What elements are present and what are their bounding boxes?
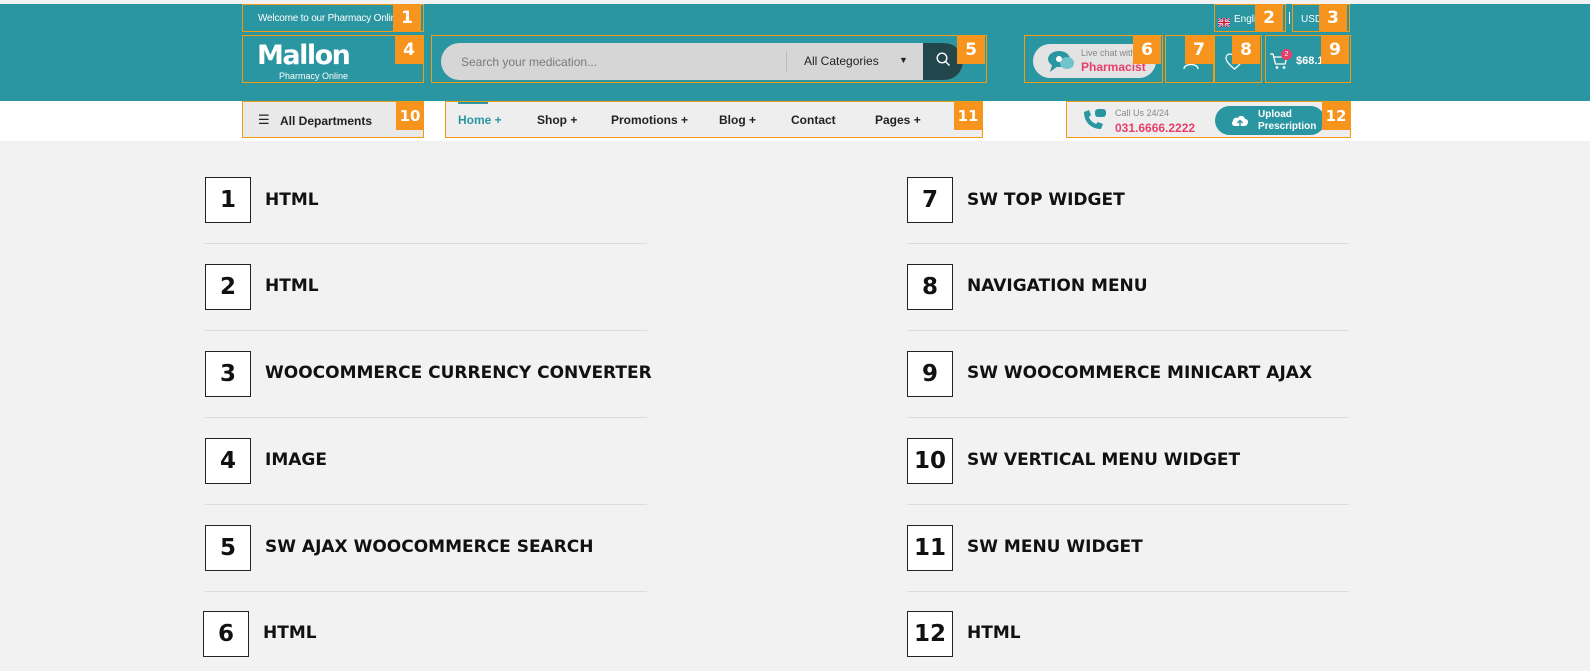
- widget-badge-1: 1: [393, 4, 421, 32]
- logo-tagline: Pharmacy Online: [279, 71, 349, 81]
- widget-badge-10: 10: [396, 102, 424, 130]
- departments-label: All Departments: [280, 114, 373, 128]
- legend-number: 5: [205, 525, 251, 571]
- legend-number: 7: [907, 177, 953, 223]
- search-divider: [786, 51, 787, 72]
- upload-line-1: Upload: [1258, 109, 1292, 120]
- legend-label: SW VERTICAL MENU WIDGET: [967, 450, 1241, 470]
- widget-badge-4: 4: [395, 36, 423, 64]
- legend-label: HTML: [967, 623, 1021, 643]
- widget-badge-6: 6: [1133, 36, 1161, 64]
- legend-divider: [907, 504, 1349, 505]
- widget-box-contact: Call Us 24/24 031.6666.2222 Upload Presc…: [1066, 101, 1351, 138]
- search-icon: [935, 51, 951, 72]
- widget-badge-5: 5: [957, 36, 985, 64]
- legend-label: WOOCOMMERCE CURRENCY CONVERTER: [265, 363, 652, 383]
- legend-label: SW MENU WIDGET: [967, 537, 1143, 557]
- menu-item-blog[interactable]: Blog +: [719, 113, 756, 127]
- cloud-upload-icon: [1231, 113, 1249, 133]
- legend-number: 3: [205, 351, 251, 397]
- legend-number: 4: [205, 438, 251, 484]
- widget-badge-11: 11: [954, 102, 982, 130]
- menu-item-home[interactable]: Home +: [458, 113, 502, 127]
- legend-divider: [205, 504, 647, 505]
- legend-divider: [907, 330, 1349, 331]
- widget-badge-7: 7: [1185, 36, 1213, 64]
- welcome-text: Welcome to our Pharmacy Online: [258, 13, 402, 24]
- active-indicator: [458, 102, 488, 104]
- legend-number: 1: [205, 177, 251, 223]
- legend-divider: [205, 591, 647, 592]
- legend-label: HTML: [263, 623, 317, 643]
- legend-divider: [205, 417, 647, 418]
- widget-badge-8: 8: [1232, 36, 1260, 64]
- widget-box-main-menu: Home + Shop + Promotions + Blog + Contac…: [445, 101, 983, 138]
- hamburger-icon: ☰: [258, 112, 270, 127]
- call-number[interactable]: 031.6666.2222: [1115, 121, 1195, 135]
- legend-number: 9: [907, 351, 953, 397]
- widget-badge-9: 9: [1321, 36, 1349, 64]
- legend-divider: [205, 330, 647, 331]
- legend-label: IMAGE: [265, 450, 327, 470]
- legend-divider: [205, 243, 647, 244]
- divider: [1289, 12, 1290, 24]
- widget-badge-12: 12: [1322, 102, 1350, 130]
- legend-divider: [907, 591, 1349, 592]
- cart-count-badge: 2: [1281, 49, 1292, 60]
- search-input[interactable]: [441, 43, 786, 80]
- legend-divider: [907, 417, 1349, 418]
- phone-icon: [1081, 108, 1107, 137]
- menu-item-pages[interactable]: Pages +: [875, 113, 921, 127]
- chat-icon: [1047, 49, 1075, 78]
- upload-prescription-button[interactable]: Upload Prescription: [1215, 106, 1325, 135]
- legend-label: SW WOOCOMMERCE MINICART AJAX: [967, 363, 1313, 383]
- menu-item-contact[interactable]: Contact: [791, 113, 836, 127]
- legend-number: 6: [203, 611, 249, 657]
- legend-number: 11: [907, 525, 953, 571]
- logo[interactable]: Mallon Pharmacy Online: [257, 40, 351, 82]
- legend-number: 12: [907, 611, 953, 657]
- upload-line-2: Prescription: [1258, 121, 1317, 132]
- menu-item-shop[interactable]: Shop +: [537, 113, 577, 127]
- call-label: Call Us 24/24: [1115, 108, 1170, 118]
- legend-divider: [907, 243, 1349, 244]
- caret-down-icon[interactable]: ▼: [899, 55, 908, 65]
- legend-label: HTML: [265, 190, 319, 210]
- uk-flag-icon: [1217, 14, 1231, 28]
- legend-label: SW AJAX WOOCOMMERCE SEARCH: [265, 537, 594, 557]
- legend-label: NAVIGATION MENU: [967, 276, 1148, 296]
- search-bar: All Categories ▼: [441, 43, 963, 80]
- legend-label: HTML: [265, 276, 319, 296]
- legend-number: 8: [907, 264, 953, 310]
- menu-item-promotions[interactable]: Promotions +: [611, 113, 688, 127]
- chat-subtitle: Live chat with: [1081, 48, 1136, 58]
- legend-number: 10: [907, 438, 953, 484]
- legend-number: 2: [205, 264, 251, 310]
- logo-name: Mallon: [257, 40, 351, 71]
- widget-badge-3: 3: [1319, 4, 1347, 32]
- legend-label: SW TOP WIDGET: [967, 190, 1125, 210]
- widget-badge-2: 2: [1255, 4, 1283, 32]
- category-select[interactable]: All Categories: [804, 54, 879, 68]
